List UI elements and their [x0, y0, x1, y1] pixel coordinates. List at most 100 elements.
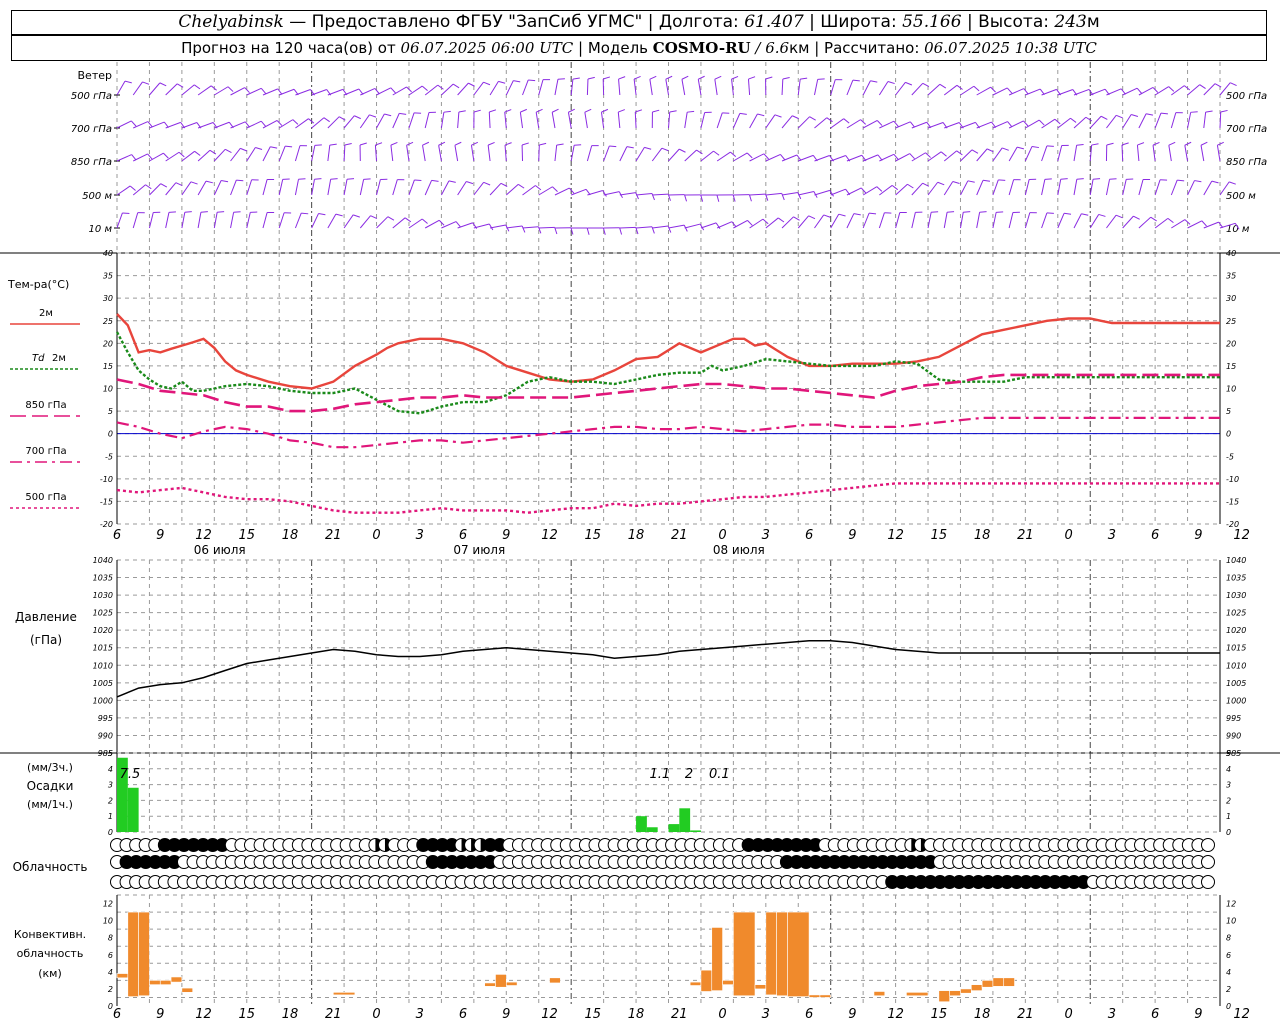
- convective-bar: [808, 994, 821, 998]
- wind-barb: [635, 147, 645, 162]
- wind-barb-feather: [891, 185, 899, 191]
- wind-barb: [197, 122, 214, 129]
- y-tick-label-left: 12: [103, 900, 113, 909]
- wind-barb: [1154, 86, 1169, 96]
- wind-barb-feather: [661, 147, 669, 152]
- wind-barb: [1073, 88, 1090, 96]
- conv-label-3: (км): [38, 967, 62, 980]
- wind-barb-feather: [404, 217, 412, 223]
- wind-barb: [846, 119, 861, 129]
- wind-level-label-right: 850 гПа: [1226, 157, 1267, 168]
- wind-barb: [1008, 146, 1018, 162]
- wind-barb-feather: [757, 113, 765, 117]
- y-tick-label-right: 1: [1226, 812, 1231, 821]
- wind-barb-feather: [488, 223, 494, 231]
- wind-barb-feather: [270, 146, 278, 149]
- wind-barb-feather: [335, 213, 343, 217]
- wind-barb-feather: [298, 178, 306, 180]
- wind-barb: [149, 152, 164, 162]
- wind-barb: [343, 214, 354, 229]
- wind-barb-feather: [520, 108, 527, 113]
- wind-barb: [1154, 179, 1161, 196]
- wind-barb: [878, 212, 885, 229]
- wind-barb: [262, 120, 278, 129]
- wind-barb: [408, 85, 423, 96]
- wind-barb-feather: [489, 109, 497, 113]
- wind-barb: [116, 185, 131, 196]
- wind-barb-feather: [1146, 113, 1154, 116]
- wind-barb-feather: [1199, 84, 1206, 89]
- y-tick-label-left: 8: [108, 934, 113, 943]
- conv-label-2: облачность: [17, 947, 84, 960]
- wind-barb: [376, 113, 385, 129]
- wind-barb: [830, 79, 836, 96]
- convective-bar: [159, 980, 172, 985]
- wind-barb-feather: [1098, 213, 1106, 217]
- wind-barb: [668, 148, 680, 162]
- y-tick-label-left: -20: [100, 520, 113, 529]
- convective-bar: [765, 911, 777, 996]
- wind-barb: [343, 179, 348, 196]
- wind-barb-feather: [318, 213, 326, 216]
- precip-label: Осадки: [27, 779, 74, 793]
- wind-barb-feather: [1136, 87, 1143, 94]
- wind-barb-feather: [175, 182, 183, 186]
- wind-barb: [797, 116, 810, 129]
- meteogram-chart: Ветер 500 гПа 500 гПа 700 гПа 700 гПа 850 гПа…: [0, 62, 1280, 1022]
- wind-barb: [1203, 180, 1213, 196]
- y-tick-label-right: -10: [1226, 475, 1239, 484]
- x-tick-label: 18: [282, 528, 299, 543]
- x-tick-label: 9: [502, 1007, 510, 1022]
- wind-barb-feather: [780, 154, 786, 161]
- wind-barb-feather: [285, 145, 293, 148]
- wind-barb-feather: [967, 180, 975, 183]
- wind-barb: [830, 213, 840, 229]
- x-tick-label: 9: [848, 528, 856, 543]
- wind-barb: [1057, 145, 1063, 162]
- x-tick-label: 0: [372, 528, 380, 543]
- convective-bar: [873, 991, 886, 997]
- x-tick-label: 0: [718, 1007, 726, 1022]
- wind-barb: [862, 212, 870, 229]
- y-tick-label-right: 6: [1226, 951, 1231, 960]
- convective-bar: [722, 980, 734, 985]
- wind-barb: [684, 112, 688, 129]
- wind-barb: [1106, 115, 1117, 129]
- convective-bar: [116, 973, 129, 979]
- y-tick-label-left: 2: [108, 985, 113, 994]
- x-tick-label: 15: [585, 1007, 602, 1022]
- wind-barb-feather: [260, 120, 267, 127]
- wind-barb: [165, 212, 170, 229]
- y-tick-label-left: 1025: [93, 609, 113, 618]
- wind-barb-feather: [329, 143, 337, 146]
- wind-barb-feather: [982, 179, 991, 182]
- wind-barb-feather: [876, 186, 883, 192]
- wind-barb: [359, 179, 365, 196]
- precip-annotation: 0.1: [709, 767, 730, 782]
- wind-barb-feather: [535, 108, 543, 113]
- wind-barb: [1122, 179, 1127, 196]
- y-tick-label-right: 35: [1226, 272, 1236, 281]
- y-tick-label-left: 1030: [93, 591, 113, 600]
- wind-barb: [165, 83, 178, 96]
- precip-annotation: 1.1: [650, 767, 671, 782]
- wind-barb: [214, 121, 230, 129]
- wind-barb-feather: [931, 211, 939, 213]
- wind-barb: [1073, 213, 1082, 229]
- y-tick-label-left: 35: [103, 272, 113, 281]
- wind-barb: [116, 212, 123, 229]
- y-tick-label-right: 20: [1226, 339, 1236, 348]
- cloud-row: [110, 838, 1215, 852]
- wind-barb: [781, 192, 798, 196]
- wind-barb: [488, 111, 491, 129]
- wind-barb: [1138, 179, 1144, 196]
- precip-bar: [646, 827, 658, 832]
- x-tick-label: 21: [1017, 1007, 1034, 1022]
- wind-barb-feather: [1133, 215, 1140, 220]
- convective-bar: [754, 984, 767, 990]
- wind-barb-feather: [406, 141, 414, 146]
- wind-barb: [278, 179, 284, 196]
- wind-barb: [278, 119, 294, 129]
- wind-barb: [1170, 112, 1177, 129]
- wind-barb-feather: [521, 142, 529, 146]
